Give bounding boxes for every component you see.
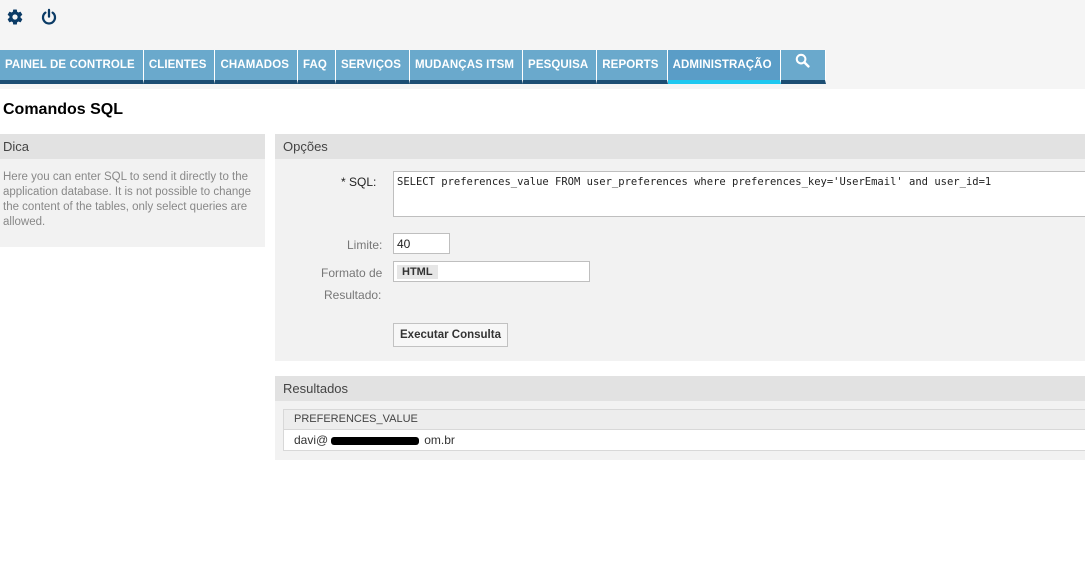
result-cell-suffix: om.br [424,433,455,447]
options-panel: Opções * SQL: SELECT preferences_value F… [275,134,1085,361]
nav-item-clientes[interactable]: CLIENTES [143,50,216,84]
nav-item-chamados[interactable]: CHAMADOS [215,50,299,84]
top-toolbar: PAINEL DE CONTROLE CLIENTES CHAMADOS FAQ… [0,0,1085,89]
sql-label-text: SQL: [349,175,377,189]
gear-icon[interactable] [6,8,24,26]
hint-header: Dica [0,134,265,159]
options-header: Opções [275,134,1085,159]
redaction-bar [331,437,419,445]
nav-search-button[interactable] [780,50,826,84]
limit-label: Limite: [347,238,383,252]
hint-text: Here you can enter SQL to send it direct… [3,171,252,228]
format-label-line2: Resultado: [324,288,382,302]
result-cell-prefix: davi@ [294,433,329,447]
hint-panel: Dica Here you can enter SQL to send it d… [0,134,265,247]
results-panel: Resultados PREFERENCES_VALUE davi@ om.br [275,376,1085,460]
required-marker: * [341,175,346,189]
limit-input[interactable]: 40 [393,233,450,254]
nav-item-servicos[interactable]: SERVIÇOS [335,50,410,84]
nav-item-mudancas-itsm[interactable]: MUDANÇAS ITSM [410,50,524,84]
nav-item-reports[interactable]: REPORTS [597,50,668,84]
nav-item-faq[interactable]: FAQ [298,50,336,84]
format-selected-value: HTML [397,265,438,279]
result-format-select[interactable]: HTML [393,261,590,282]
results-table: PREFERENCES_VALUE davi@ om.br [283,409,1085,451]
nav-item-administracao[interactable]: ADMINISTRAÇÃO [667,50,781,84]
nav-item-pesquisa[interactable]: PESQUISA [523,50,598,84]
execute-query-button[interactable]: Executar Consulta [393,323,508,347]
column-header-preferences-value: PREFERENCES_VALUE [284,410,1085,430]
format-label-line1: Formato de [321,266,383,280]
page-title: Comandos SQL [3,101,124,118]
main-navigation: PAINEL DE CONTROLE CLIENTES CHAMADOS FAQ… [0,50,826,84]
search-icon [795,50,810,80]
sql-textarea[interactable]: SELECT preferences_value FROM user_prefe… [393,171,1085,217]
sql-label: * SQL: [341,175,376,189]
table-row: davi@ om.br [284,430,1085,450]
results-header: Resultados [275,376,1085,401]
power-icon[interactable] [40,8,58,26]
nav-item-painel-de-controle[interactable]: PAINEL DE CONTROLE [0,50,144,84]
